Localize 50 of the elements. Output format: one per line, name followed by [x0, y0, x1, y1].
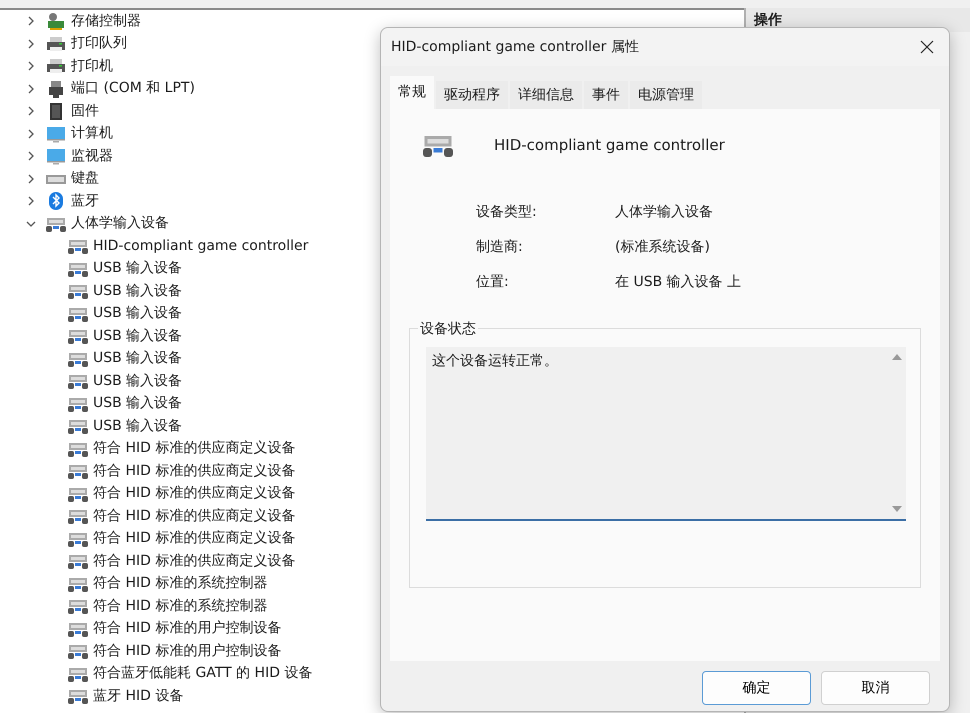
tree-item[interactable]: 存储控制器: [71, 10, 141, 32]
close-icon[interactable]: [920, 40, 934, 54]
tree-item[interactable]: 符合 HID 标准的系统控制器: [93, 596, 268, 617]
tree-item[interactable]: USB 输入设备: [93, 416, 182, 437]
tree-item[interactable]: USB 输入设备: [93, 393, 182, 414]
tree-item[interactable]: 符合 HID 标准的用户控制设备: [93, 618, 282, 640]
ok-button[interactable]: 确定: [702, 671, 811, 705]
status-text: 这个设备运转正常。: [431, 352, 559, 371]
tree-item[interactable]: 符合 HID 标准的系统控制器: [93, 573, 268, 594]
property-label: 设备类型:: [476, 203, 538, 222]
tree-item[interactable]: 人体学输入设备: [71, 213, 169, 234]
tab[interactable]: 电源管理: [630, 81, 702, 109]
tab[interactable]: 详细信息: [510, 81, 582, 109]
property-label: 位置:: [476, 273, 510, 292]
device-name: HID-compliant game controller: [494, 134, 725, 156]
tree-item[interactable]: 符合蓝牙低能耗 GATT 的 HID 设备: [93, 663, 312, 684]
tree-item[interactable]: 打印队列: [71, 33, 127, 54]
tree-item[interactable]: 符合 HID 标准的供应商定义设备: [93, 483, 296, 504]
tree-item[interactable]: 端口 (COM 和 LPT): [71, 78, 195, 100]
tree-item[interactable]: 符合 HID 标准的供应商定义设备: [93, 460, 296, 482]
tab[interactable]: 事件: [584, 81, 628, 109]
tree-item[interactable]: USB 输入设备: [93, 303, 182, 324]
tree-item[interactable]: 符合 HID 标准的供应商定义设备: [93, 506, 296, 527]
tree-item[interactable]: USB 输入设备: [93, 326, 182, 347]
tree-item[interactable]: USB 输入设备: [93, 348, 182, 370]
tree-item[interactable]: 符合 HID 标准的用户控制设备: [93, 640, 282, 662]
property-value: 人体学输入设备: [615, 203, 713, 222]
tree-item[interactable]: 监视器: [71, 146, 113, 167]
tree-item[interactable]: 符合 HID 标准的供应商定义设备: [93, 438, 296, 460]
storage-controller-icon: [45, 11, 67, 32]
tree-item[interactable]: HID-compliant game controller: [93, 236, 308, 257]
tree-item[interactable]: 符合 HID 标准的供应商定义设备: [93, 528, 296, 550]
cancel-button[interactable]: 取消: [821, 671, 930, 705]
tree-item[interactable]: 符合 HID 标准的供应商定义设备: [93, 550, 296, 572]
tree-item[interactable]: 键盘: [71, 168, 99, 190]
property-value: (标准系统设备): [615, 238, 710, 257]
property-value: 在 USB 输入设备 上: [615, 273, 742, 292]
tree-item[interactable]: USB 输入设备: [93, 370, 182, 392]
tree-item[interactable]: USB 输入设备: [93, 280, 182, 302]
window-title: HID-compliant game controller 属性: [391, 38, 639, 56]
property-label: 制造商:: [476, 238, 524, 257]
tree-item[interactable]: 打印机: [71, 56, 113, 77]
tab[interactable]: 驱动程序: [436, 81, 508, 109]
tree-item[interactable]: 蓝牙: [71, 190, 99, 212]
tree-item[interactable]: 固件: [71, 100, 99, 122]
monitor-icon: [45, 146, 67, 166]
tab[interactable]: 常规: [390, 76, 434, 109]
tree-item[interactable]: 计算机: [71, 123, 113, 144]
tree-item[interactable]: 蓝牙 HID 设备: [93, 686, 184, 707]
tree-item[interactable]: USB 输入设备: [93, 258, 182, 280]
